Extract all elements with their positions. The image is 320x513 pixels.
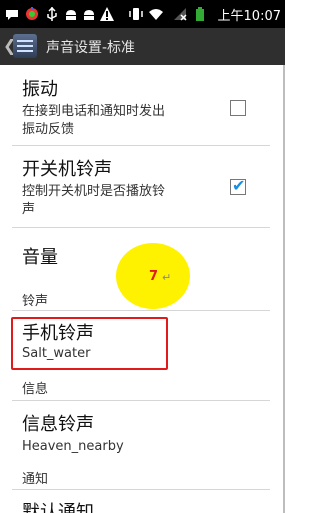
message-section-header: 信息 [22,382,49,397]
step-annotation: 7 ↵ [116,243,190,309]
wifi-icon [149,9,163,20]
vibrate-icon [129,8,143,20]
vibrate-checkbox[interactable] [230,100,246,116]
ringtone-section-header: 铃声 [22,294,49,309]
battery-icon [196,7,204,21]
action-bar: ❮ 声音设置-标准 [0,28,285,65]
warning-icon [100,7,114,21]
vibrate-subtitle-1: 在接到电话和通知时发出 [22,104,166,119]
highlight-box [11,317,168,370]
check-icon: ✔ [232,176,246,195]
android-icon [66,10,76,20]
page-title: 声音设置-标准 [46,40,136,56]
divider [12,227,270,228]
usb-icon [47,6,57,21]
app-icon [26,7,38,20]
notification-section-header: 通知 [22,472,49,487]
scroll-edge [283,65,285,513]
status-time: 上午10:07 [217,9,281,24]
settings-list[interactable]: 振动 在接到电话和通知时发出 振动反馈 开关机铃声 控制开关机时是否播放铃 声 … [0,65,285,513]
default-notification-setting[interactable]: 默认通知 [22,498,94,513]
power-ringtone-checkbox[interactable]: ✔ [230,176,246,195]
vibrate-subtitle-2: 振动反馈 [22,122,75,137]
divider [12,145,270,146]
power-ringtone-subtitle-1: 控制开关机时是否播放铃 [22,184,166,199]
vibrate-title: 振动 [22,79,58,100]
message-ringtone-title: 信息铃声 [22,414,94,435]
power-ringtone-subtitle-2: 声 [22,202,36,217]
divider [12,489,270,490]
step-return-mark: ↵ [162,271,172,284]
volume-setting[interactable]: 音量 [22,243,58,269]
status-bar: 上午10:07 [0,0,285,28]
message-ringtone-value: Heaven_nearby [22,439,124,454]
power-ringtone-title: 开关机铃声 [22,159,112,180]
chat-icon [6,10,18,20]
divider [12,400,270,401]
divider [12,310,270,311]
no-signal-icon [174,8,187,21]
android-debug-icon [84,10,94,20]
settings-app-icon[interactable] [13,34,37,58]
step-number: 7 [149,269,159,284]
